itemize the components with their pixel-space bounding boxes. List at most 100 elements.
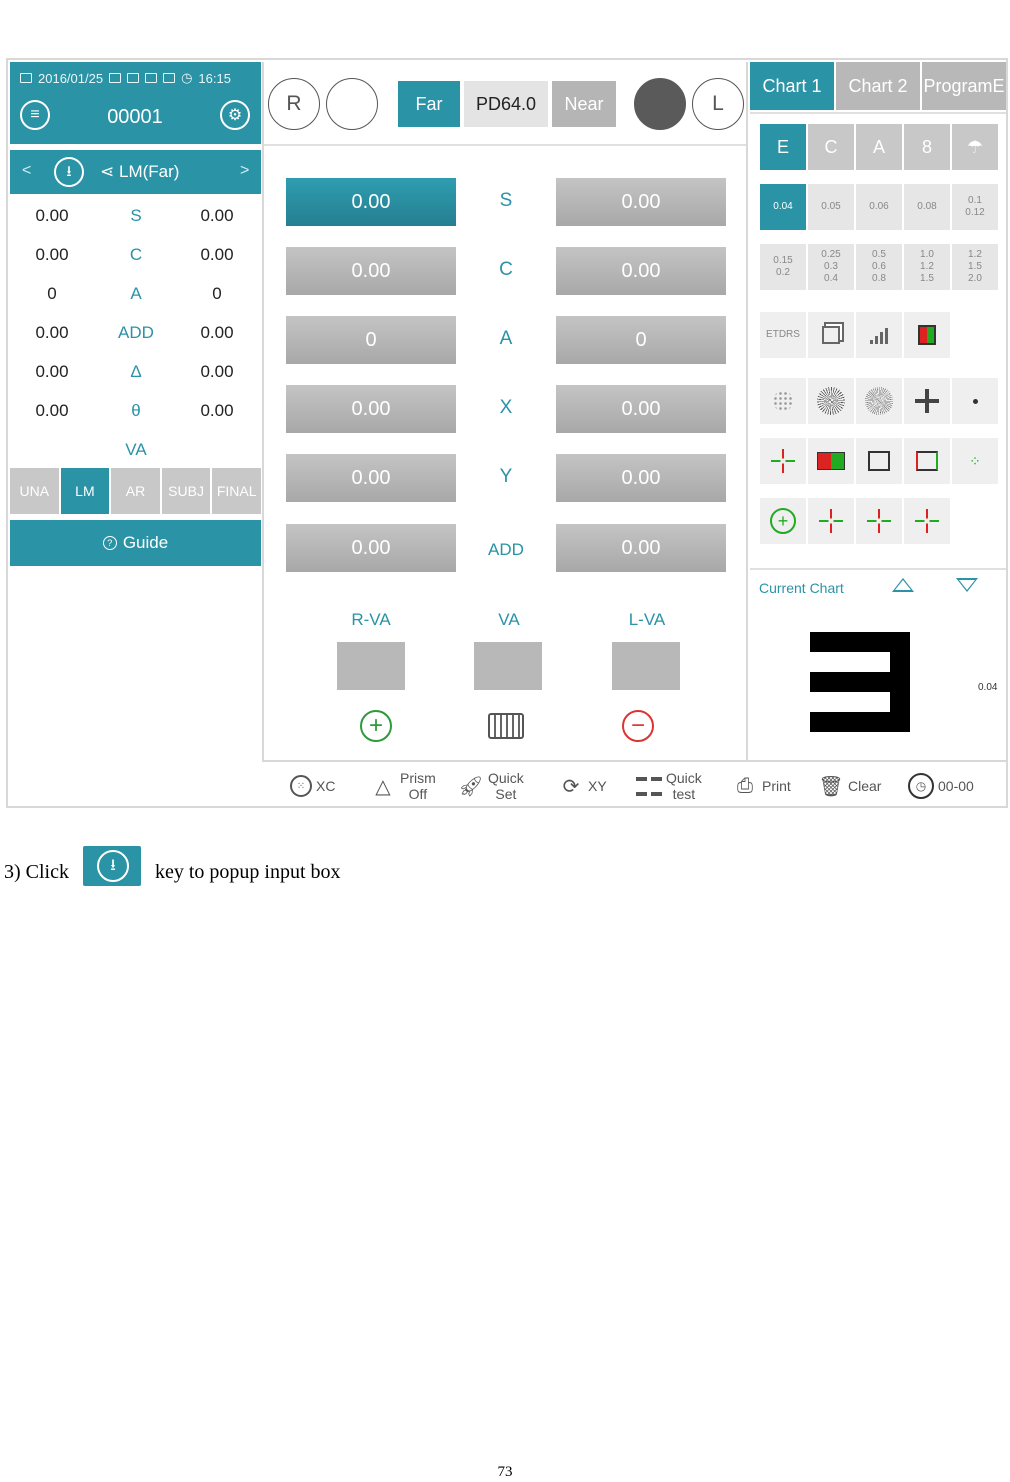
umbrella-icon: ☂ [966,137,984,157]
clear-button[interactable]: 🗑︎ Clear [818,766,881,806]
table-row: 0 A 0 [10,274,261,313]
right-c-field[interactable]: 0.00 [286,247,456,295]
acuity-cell[interactable]: 1.2 1.5 2.0 [952,244,998,290]
optotype-8[interactable]: 8 [904,124,950,170]
l-va-field[interactable] [612,642,680,690]
acuity-cell[interactable]: 0.5 0.6 0.8 [856,244,902,290]
bracket-color-icon [916,451,938,471]
tab-una[interactable]: UNA [10,468,59,514]
cross-red-button[interactable] [856,498,902,544]
red-green-grid-button[interactable] [808,438,854,484]
cross-arrows-button[interactable] [904,498,950,544]
timer-button[interactable]: ◷ 00-00 [908,766,974,806]
left-c-field[interactable]: 0.00 [556,247,726,295]
optotype-c[interactable]: C [808,124,854,170]
guide-button[interactable]: ? Guide [10,520,261,566]
download-button[interactable]: ⭳ [54,157,84,187]
acuity-cell[interactable]: 0.08 [904,184,950,230]
worth-dots-icon: ⁘ [969,453,981,469]
single-dot-button[interactable] [952,378,998,424]
row-label: Δ [130,362,142,381]
right-value: 0.00 [35,206,69,225]
quick-test-button[interactable]: Quick test [636,766,702,806]
tab-ar[interactable]: AR [111,468,160,514]
table-row: 0.00 ADD 0.00 [10,313,261,352]
optotype-umbrella[interactable]: ☂ [952,124,998,170]
param-label: C [499,259,513,280]
right-add-field[interactable]: 0.00 [286,524,456,572]
r-va-field[interactable] [337,642,405,690]
prism-toggle-button[interactable]: △ Prism Off [370,766,435,806]
xc-button[interactable]: ⁙ XC [290,766,335,806]
tab-programe[interactable]: ProgramE [922,62,1006,110]
chart-down-button[interactable] [956,578,978,592]
left-y-field[interactable]: 0.00 [556,454,726,502]
instruction-prefix: 3) Click [4,860,69,883]
xy-button[interactable]: ⟳ XY [558,766,607,806]
red-green-button[interactable] [904,312,950,358]
acuity-cell[interactable]: 1.0 1.2 1.5 [904,244,950,290]
acuity-cell[interactable]: 0.1 0.12 [952,184,998,230]
chart-up-button[interactable] [892,578,914,592]
acuity-cell[interactable]: 0.15 0.2 [760,244,806,290]
increase-button[interactable]: + [358,708,394,744]
va-field[interactable] [474,642,542,690]
current-optotype-e [810,632,910,732]
tab-subj[interactable]: SUBJ [161,468,211,514]
tab-chart-1[interactable]: Chart 1 [750,62,834,110]
stereo-circle-button[interactable]: + [760,498,806,544]
left-a-field[interactable]: 0 [556,316,726,364]
param-row-s: 0.00 S 0.00 [264,178,746,228]
acuity-cell[interactable]: 0.05 [808,184,854,230]
optotype-a[interactable]: A [856,124,902,170]
red-green-icon [918,325,936,345]
right-s-field[interactable]: 0.00 [286,178,456,226]
right-eye-button[interactable]: R [268,78,320,130]
pd-button[interactable]: PD64.0 [464,81,548,127]
cross-red-green-button[interactable] [808,498,854,544]
tab-final[interactable]: FINAL [212,468,261,514]
tab-chart-2[interactable]: Chart 2 [836,62,920,110]
left-add-field[interactable]: 0.00 [556,524,726,572]
astig-chart-button[interactable] [808,378,854,424]
far-button[interactable]: Far [398,81,460,127]
multi-line-button[interactable] [808,312,854,358]
dot-chart-button[interactable] [760,378,806,424]
astig-fine-chart-button[interactable] [856,378,902,424]
left-x-field[interactable]: 0.00 [556,385,726,433]
settings-button[interactable]: ⚙ [220,100,250,130]
menu-button[interactable]: ≡ [20,100,50,130]
param-row-x: 0.00 X 0.00 [264,385,746,435]
left-eye-button[interactable]: L [692,78,744,130]
acuity-cell[interactable]: 0.06 [856,184,902,230]
optotype-e[interactable]: E [760,124,806,170]
print-button[interactable]: ⎙ Print [732,766,791,806]
worth-dots-button[interactable]: ⁘ [952,438,998,484]
right-x-field[interactable]: 0.00 [286,385,456,433]
right-a-field[interactable]: 0 [286,316,456,364]
next-mode-button[interactable]: > [240,162,249,180]
right-y-field[interactable]: 0.00 [286,454,456,502]
rocket-icon: 🚀︎ [458,775,484,798]
download-icon: ⭳ [66,163,72,180]
cross-grid-button[interactable] [904,378,950,424]
mode-selector[interactable]: ⋖ LM(Far) [100,162,179,182]
bracket-red-button[interactable] [904,438,950,484]
near-button[interactable]: Near [552,81,616,127]
left-s-field[interactable]: 0.00 [556,178,726,226]
tab-lm[interactable]: LM [60,468,110,514]
etdrs-button[interactable]: ETDRS [760,312,806,358]
clock-icon: ◷ [908,773,934,799]
left-eye-occluder[interactable] [634,78,686,130]
prev-mode-button[interactable]: < [22,162,31,180]
contrast-button[interactable] [856,312,902,358]
decrease-button[interactable]: − [620,708,656,744]
dot-icon [972,398,978,404]
quick-set-button[interactable]: 🚀︎ Quick Set [458,766,524,806]
aniseikonia-button[interactable] [856,438,902,484]
acuity-cell[interactable]: 0.04 [760,184,806,230]
keyboard-button[interactable] [488,708,524,744]
fixation-chart-button[interactable] [760,438,806,484]
right-eye-occluder[interactable] [326,78,378,130]
acuity-cell[interactable]: 0.25 0.3 0.4 [808,244,854,290]
